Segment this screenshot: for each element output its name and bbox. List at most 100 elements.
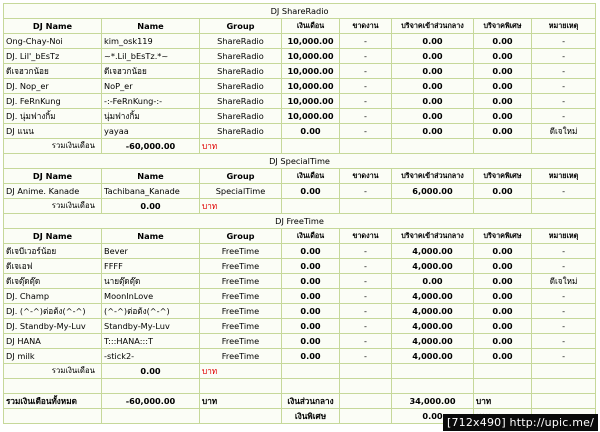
- note-cell[interactable]: -: [530, 108, 597, 124]
- absent-cell[interactable]: -: [339, 183, 392, 199]
- salary-cell[interactable]: 0.00: [281, 243, 340, 259]
- group-cell[interactable]: ShareRadio: [199, 63, 282, 79]
- note-cell[interactable]: -: [530, 78, 597, 94]
- section-title[interactable]: DJ ShareRadio: [2, 3, 597, 19]
- central-donation-cell[interactable]: 4,000.00: [391, 333, 474, 349]
- grand-total-label[interactable]: รวมเงินเดือนทั้งหมด: [3, 393, 102, 409]
- note-cell[interactable]: -: [530, 33, 597, 49]
- salary-cell[interactable]: 0.00: [281, 273, 340, 289]
- absent-cell[interactable]: -: [339, 93, 392, 109]
- name-cell[interactable]: kim_osk119: [101, 33, 200, 49]
- central-donation-cell[interactable]: 0.00: [391, 48, 474, 64]
- note-cell[interactable]: -: [530, 333, 597, 349]
- name-cell[interactable]: Bever: [101, 243, 200, 259]
- grand-total-value[interactable]: -60,000.00: [101, 393, 200, 409]
- central-donation-cell[interactable]: 4,000.00: [391, 288, 474, 304]
- special-donation-cell[interactable]: 0.00: [473, 273, 532, 289]
- section-title[interactable]: DJ SpecialTime: [2, 153, 597, 169]
- group-cell[interactable]: SpecialTime: [199, 183, 282, 199]
- group-cell[interactable]: FreeTime: [199, 273, 282, 289]
- special-donation-cell[interactable]: 0.00: [473, 258, 532, 274]
- note-cell[interactable]: -: [530, 288, 597, 304]
- central-donation-cell[interactable]: 4,000.00: [391, 303, 474, 319]
- special-donation-cell[interactable]: 0.00: [473, 183, 532, 199]
- central-donation-cell[interactable]: 0.00: [391, 33, 474, 49]
- empty-cell[interactable]: [530, 363, 597, 379]
- empty-cell[interactable]: [281, 198, 340, 214]
- dj-name-cell[interactable]: DJ Anime. Kanade: [3, 183, 102, 199]
- central-fund-unit[interactable]: บาท: [473, 393, 532, 409]
- special-donation-cell[interactable]: 0.00: [473, 63, 532, 79]
- absent-cell[interactable]: -: [339, 258, 392, 274]
- note-cell[interactable]: -: [530, 93, 597, 109]
- group-cell[interactable]: FreeTime: [199, 258, 282, 274]
- dj-name-cell[interactable]: DJ. Lil'_bEsTz: [3, 48, 102, 64]
- group-cell[interactable]: FreeTime: [199, 288, 282, 304]
- empty-cell[interactable]: [339, 408, 392, 424]
- special-donation-cell[interactable]: 0.00: [473, 33, 532, 49]
- group-cell[interactable]: FreeTime: [199, 318, 282, 334]
- dj-name-cell[interactable]: DJ. Nop_er: [3, 78, 102, 94]
- salary-cell[interactable]: 0.00: [281, 303, 340, 319]
- salary-cell[interactable]: 10,000.00: [281, 108, 340, 124]
- empty-cell[interactable]: [199, 408, 282, 424]
- empty-cell[interactable]: [391, 198, 474, 214]
- absent-cell[interactable]: -: [339, 33, 392, 49]
- central-donation-cell[interactable]: 4,000.00: [391, 318, 474, 334]
- name-cell[interactable]: (^-^)ต่อต้ง(^-^): [101, 303, 200, 319]
- central-donation-cell[interactable]: 4,000.00: [391, 258, 474, 274]
- empty-cell[interactable]: [473, 198, 532, 214]
- group-cell[interactable]: FreeTime: [199, 243, 282, 259]
- absent-cell[interactable]: -: [339, 108, 392, 124]
- empty-cell[interactable]: [473, 138, 532, 154]
- sum-label[interactable]: รวมเงินเดือน: [3, 363, 102, 379]
- empty-cell[interactable]: [391, 138, 474, 154]
- sum-value[interactable]: 0.00: [101, 363, 200, 379]
- empty-cell[interactable]: [530, 198, 597, 214]
- dj-name-cell[interactable]: DJ HANA: [3, 333, 102, 349]
- salary-cell[interactable]: 0.00: [281, 258, 340, 274]
- empty-cell[interactable]: [391, 378, 474, 394]
- note-cell[interactable]: ดีเจใหม่: [530, 123, 597, 139]
- absent-cell[interactable]: -: [339, 348, 392, 364]
- special-donation-cell[interactable]: 0.00: [473, 123, 532, 139]
- empty-cell[interactable]: [391, 363, 474, 379]
- empty-cell[interactable]: [199, 378, 282, 394]
- name-cell[interactable]: นายตุ๊ดตุ๊ด: [101, 273, 200, 289]
- empty-cell[interactable]: [473, 363, 532, 379]
- name-cell[interactable]: T:::HANA:::T: [101, 333, 200, 349]
- note-cell[interactable]: -: [530, 183, 597, 199]
- special-donation-cell[interactable]: 0.00: [473, 78, 532, 94]
- salary-cell[interactable]: 10,000.00: [281, 48, 340, 64]
- salary-cell[interactable]: 10,000.00: [281, 78, 340, 94]
- empty-cell[interactable]: [281, 378, 340, 394]
- note-cell[interactable]: -: [530, 318, 597, 334]
- sum-unit[interactable]: บาท: [199, 138, 282, 154]
- central-donation-cell[interactable]: 0.00: [391, 63, 474, 79]
- special-donation-cell[interactable]: 0.00: [473, 243, 532, 259]
- salary-cell[interactable]: 0.00: [281, 318, 340, 334]
- dj-name-cell[interactable]: DJ แนน: [3, 123, 102, 139]
- absent-cell[interactable]: -: [339, 63, 392, 79]
- note-cell[interactable]: -: [530, 258, 597, 274]
- name-cell[interactable]: -:-FeRnKung-:-: [101, 93, 200, 109]
- name-cell[interactable]: NoP_er: [101, 78, 200, 94]
- sum-label[interactable]: รวมเงินเดือน: [3, 198, 102, 214]
- name-cell[interactable]: นุ่มฟางกิ้ม: [101, 108, 200, 124]
- central-donation-cell[interactable]: 6,000.00: [391, 183, 474, 199]
- name-cell[interactable]: -stick2-: [101, 348, 200, 364]
- empty-cell[interactable]: [530, 138, 597, 154]
- empty-cell[interactable]: [339, 138, 392, 154]
- grand-total-unit[interactable]: บาท: [199, 393, 282, 409]
- name-cell[interactable]: ดีเจฮวกน้อย: [101, 63, 200, 79]
- salary-cell[interactable]: 10,000.00: [281, 93, 340, 109]
- empty-cell[interactable]: [530, 393, 597, 409]
- dj-name-cell[interactable]: ดีเจฮวกน้อย: [3, 63, 102, 79]
- absent-cell[interactable]: -: [339, 273, 392, 289]
- special-donation-cell[interactable]: 0.00: [473, 333, 532, 349]
- absent-cell[interactable]: -: [339, 288, 392, 304]
- empty-cell[interactable]: [530, 378, 597, 394]
- group-cell[interactable]: ShareRadio: [199, 48, 282, 64]
- central-donation-cell[interactable]: 0.00: [391, 78, 474, 94]
- special-fund-label[interactable]: เงินพิเศษ: [281, 408, 340, 424]
